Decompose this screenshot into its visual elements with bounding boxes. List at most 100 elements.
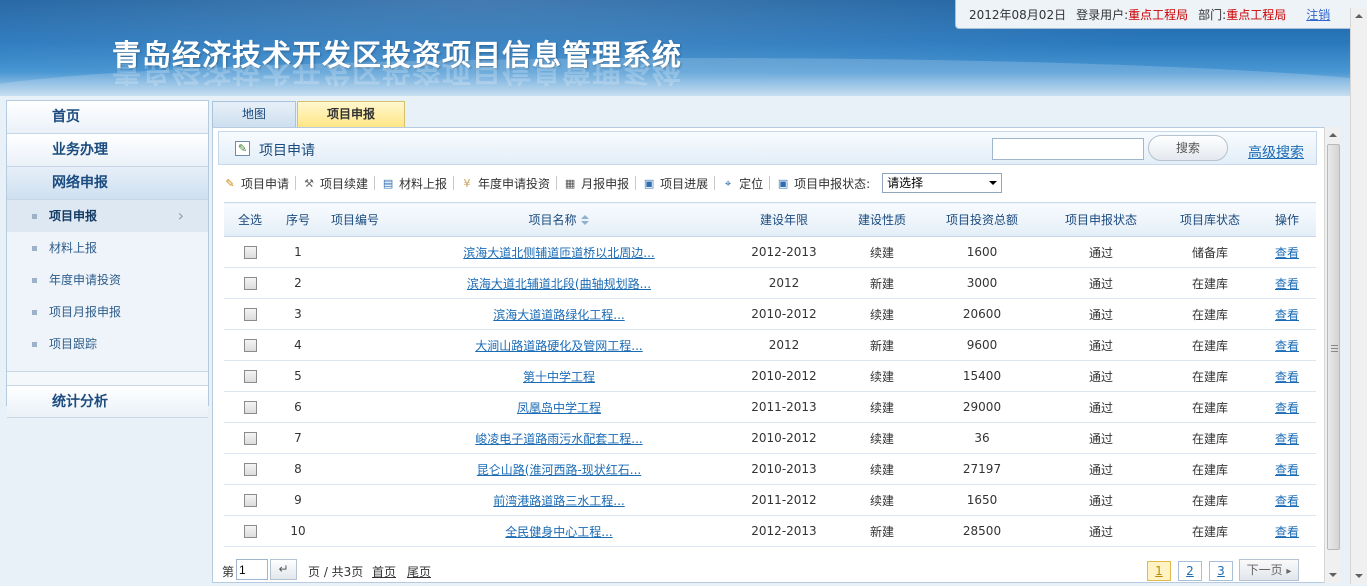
sidebar-item-annual-investment[interactable]: 年度申请投资	[7, 264, 208, 296]
go-page-button[interactable]: ↵	[270, 559, 297, 580]
project-name-link[interactable]: 峻凌电子道路雨污水配套工程...	[390, 422, 728, 454]
row-checkbox[interactable]	[243, 463, 257, 476]
cell-apply-status: 通过	[1040, 236, 1162, 268]
chevron-down-icon	[989, 181, 998, 185]
project-name-link[interactable]: 昆仑山路(淮河西路-现状红石...	[390, 453, 728, 485]
view-link[interactable]: 查看	[1258, 453, 1316, 485]
table-row: 1 滨海大道北侧辅道匝道桥以北周边... 2012-2013 续建 1600 通过 储备库查…	[224, 236, 1316, 268]
cell-select[interactable]	[224, 360, 276, 392]
sidebar-item-monthly-report[interactable]: 项目月报申报	[7, 296, 208, 328]
status-selected-value: 请选择	[887, 176, 924, 190]
toolbar-material-upload[interactable]: ▤ 材料上报	[381, 175, 447, 192]
toolbar-monthly-report[interactable]: ▦ 月报申报	[563, 175, 629, 192]
menu-home[interactable]: 首页	[7, 101, 208, 134]
tab-map[interactable]: 地图	[212, 101, 297, 127]
toolbar-locate[interactable]: ⌖ 定位	[721, 175, 763, 192]
cell-select[interactable]	[224, 329, 276, 361]
cell-select[interactable]	[224, 422, 276, 454]
menu-statistics[interactable]: 统计分析	[7, 385, 208, 418]
row-checkbox[interactable]	[243, 401, 257, 414]
view-link[interactable]: 查看	[1258, 422, 1316, 454]
view-link[interactable]: 查看	[1258, 329, 1316, 361]
view-link[interactable]: 查看	[1258, 267, 1316, 299]
last-page-link[interactable]: 尾页	[407, 563, 431, 580]
toolbar-project-apply[interactable]: ✎ 项目申请	[223, 175, 289, 192]
project-name-link[interactable]: 凤凰岛中学工程	[390, 391, 728, 423]
menu-online-declare[interactable]: 网络申报	[7, 167, 208, 200]
col-select-all[interactable]: 全选	[224, 202, 276, 237]
search-button[interactable]: 搜索	[1148, 135, 1228, 161]
cell-select[interactable]	[224, 484, 276, 516]
sidebar-item-project-tracking[interactable]: 项目跟踪	[7, 328, 208, 360]
sidebar-item-project-declare[interactable]: 项目申报 ›	[7, 200, 208, 232]
page-2-button[interactable]: 2	[1178, 561, 1202, 581]
cell-select[interactable]	[224, 236, 276, 268]
col-project-name[interactable]: 项目名称	[390, 202, 728, 237]
scrollbar-thumb[interactable]	[1327, 144, 1340, 550]
sidebar-item-material-upload[interactable]: 材料上报	[7, 232, 208, 264]
row-checkbox[interactable]	[243, 370, 257, 383]
row-checkbox[interactable]	[243, 525, 257, 538]
panel-scrollbar[interactable]	[1324, 127, 1341, 583]
view-link[interactable]: 查看	[1258, 484, 1316, 516]
window-scroll-down-icon[interactable]	[1351, 568, 1367, 584]
cell-select[interactable]	[224, 515, 276, 547]
row-checkbox[interactable]	[243, 494, 257, 507]
col-operation: 操作	[1258, 202, 1316, 237]
cell-library-status: 储备库	[1162, 236, 1258, 268]
view-link[interactable]: 查看	[1258, 298, 1316, 330]
logout-link[interactable]: 注销	[1306, 6, 1330, 23]
cell-select[interactable]	[224, 267, 276, 299]
window-scroll-up-icon[interactable]	[1351, 8, 1367, 24]
toolbar-project-progress[interactable]: ▣ 项目进展	[642, 175, 708, 192]
status-select[interactable]: 请选择	[882, 173, 1003, 193]
project-name-link[interactable]: 滨海大道北辅道北段(曲轴规划路...	[390, 267, 728, 299]
cell-build-nature: 续建	[840, 422, 924, 454]
view-link[interactable]: 查看	[1258, 515, 1316, 547]
advanced-search-link[interactable]: 高级搜索	[1248, 142, 1304, 162]
toolbar-project-continue[interactable]: ⚒ 项目续建	[302, 175, 368, 192]
page-number-input[interactable]	[236, 559, 268, 580]
next-page-button[interactable]: 下一页 ▸	[1239, 559, 1299, 581]
row-checkbox[interactable]	[243, 277, 257, 290]
view-link[interactable]: 查看	[1258, 360, 1316, 392]
pager: 第 ↵ 页 / 共3页 首页 尾页 1 2 3 下一页 ▸	[222, 559, 1314, 581]
project-table: 全选 序号 项目编号 项目名称 建设年限 建设性质 项目投资总额 项目申报状态 …	[224, 202, 1316, 547]
table-row: 2 滨海大道北辅道北段(曲轴规划路... 2012 新建 3000 通过 在建库 查看	[224, 267, 1316, 299]
project-name-link[interactable]: 滨海大道北侧辅道匝道桥以北周边...	[390, 236, 728, 268]
table-header-row: 全选 序号 项目编号 项目名称 建设年限 建设性质 项目投资总额 项目申报状态 …	[224, 202, 1316, 237]
project-name-link[interactable]: 大涧山路道路硬化及管网工程...	[390, 329, 728, 361]
scroll-down-icon[interactable]	[1325, 567, 1341, 583]
cell-build-years: 2012	[728, 267, 840, 299]
toolbar-label: 项目进展	[660, 176, 709, 191]
cell-select[interactable]	[224, 298, 276, 330]
cell-select[interactable]	[224, 391, 276, 423]
toolbar-label: 材料上报	[399, 176, 448, 191]
toolbar-annual-investment[interactable]: ¥ 年度申请投资	[460, 175, 551, 192]
row-checkbox[interactable]	[243, 308, 257, 321]
cell-index: 5	[276, 360, 320, 392]
tab-project-declare[interactable]: 项目申报	[297, 101, 406, 127]
cell-select[interactable]	[224, 453, 276, 485]
cell-library-status: 在建库	[1162, 298, 1258, 330]
row-checkbox[interactable]	[243, 246, 257, 259]
scroll-up-icon[interactable]	[1325, 127, 1341, 143]
project-name-link[interactable]: 第十中学工程	[390, 360, 728, 392]
sidebar: 首页 业务办理 网络申报 项目申报 › 材料上报 年度申请投资 项目月报申报 项…	[6, 100, 209, 418]
row-checkbox[interactable]	[243, 432, 257, 445]
first-page-link[interactable]: 首页	[372, 563, 396, 580]
search-input[interactable]	[992, 138, 1144, 160]
view-link[interactable]: 查看	[1258, 391, 1316, 423]
project-name-link[interactable]: 滨海大道道路绿化工程...	[390, 298, 728, 330]
cell-index: 10	[276, 515, 320, 547]
menu-business[interactable]: 业务办理	[7, 134, 208, 167]
view-link[interactable]: 查看	[1258, 236, 1316, 268]
project-name-link[interactable]: 全民健身中心工程...	[390, 515, 728, 547]
sort-icon[interactable]	[580, 215, 590, 226]
page-3-button[interactable]: 3	[1209, 561, 1233, 581]
window-scrollbar[interactable]	[1350, 8, 1367, 584]
row-checkbox[interactable]	[243, 339, 257, 352]
toolbar: ✎ 项目申请 ⚒ 项目续建 ▤ 材料上报 ¥ 年度申请投资 ▦ 月报申报 ▣ 项…	[223, 170, 1315, 196]
project-name-link[interactable]: 前湾港路道路三水工程...	[390, 484, 728, 516]
page-1-button[interactable]: 1	[1147, 561, 1171, 581]
